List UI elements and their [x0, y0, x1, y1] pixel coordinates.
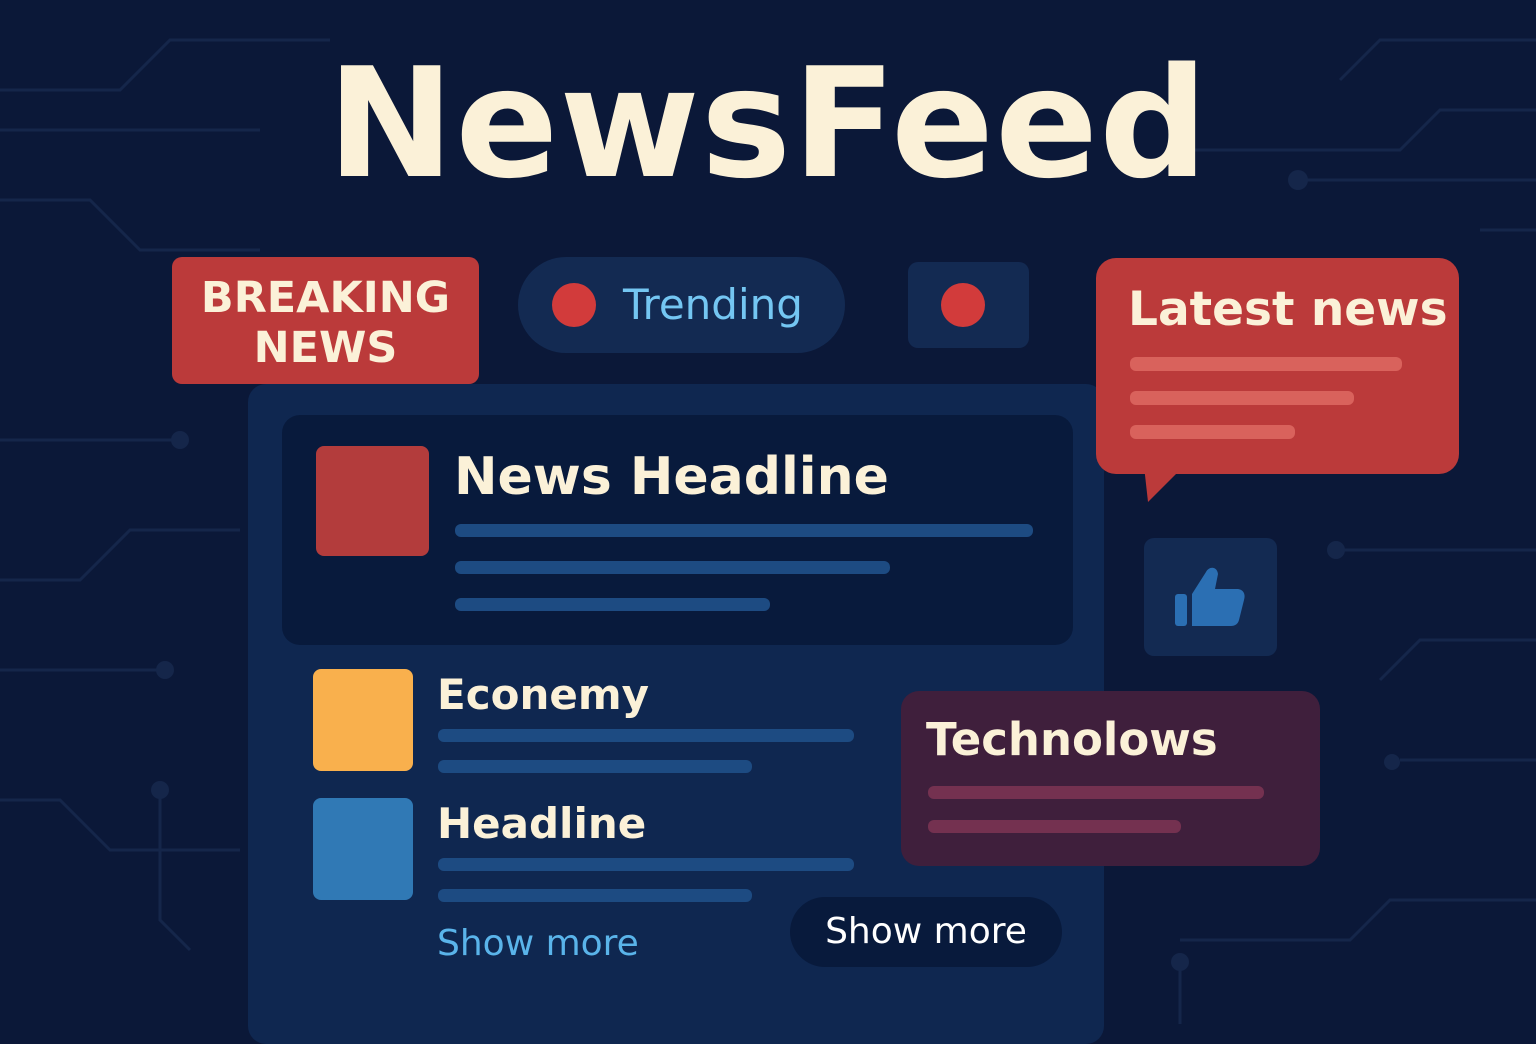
text-placeholder-line: [455, 561, 890, 574]
show-more-link[interactable]: Show more: [437, 922, 639, 966]
headline-thumbnail: [313, 798, 413, 900]
text-placeholder-line: [438, 729, 854, 742]
text-placeholder-line: [1130, 391, 1354, 405]
trending-tab[interactable]: Trending: [518, 257, 845, 353]
breaking-news-line-2: NEWS: [253, 323, 398, 373]
text-placeholder-line: [455, 598, 770, 611]
trending-label: Trending: [623, 280, 803, 329]
economy-thumbnail: [313, 669, 413, 771]
thumbs-up-icon: [1175, 567, 1245, 626]
breaking-news-line-1: BREAKING: [200, 273, 451, 323]
app-title: NewsFeed: [327, 35, 1209, 212]
show-more-button[interactable]: Show more: [790, 897, 1062, 967]
latest-news-bubble[interactable]: Latest news: [1096, 258, 1459, 474]
headline-title: Headline: [437, 799, 647, 848]
live-button[interactable]: [908, 262, 1029, 348]
text-placeholder-line: [438, 889, 752, 902]
record-dot-icon: [941, 283, 985, 327]
featured-thumbnail: [316, 446, 429, 556]
technology-title: Technolows: [926, 713, 1218, 766]
text-placeholder-line: [438, 760, 752, 773]
featured-headline: News Headline: [454, 447, 889, 507]
breaking-news-badge[interactable]: BREAKING NEWS: [172, 257, 479, 384]
latest-news-title: Latest news: [1128, 282, 1448, 337]
technology-card[interactable]: Technolows: [901, 691, 1320, 866]
text-placeholder-line: [928, 786, 1264, 799]
economy-title: Econemy: [437, 670, 649, 719]
text-placeholder-line: [438, 858, 854, 871]
text-placeholder-line: [455, 524, 1033, 537]
text-placeholder-line: [1130, 357, 1402, 371]
record-dot-icon: [552, 283, 596, 327]
text-placeholder-line: [1130, 425, 1295, 439]
like-button[interactable]: [1144, 538, 1277, 656]
speech-bubble-tail: [1144, 466, 1184, 502]
text-placeholder-line: [928, 820, 1181, 833]
